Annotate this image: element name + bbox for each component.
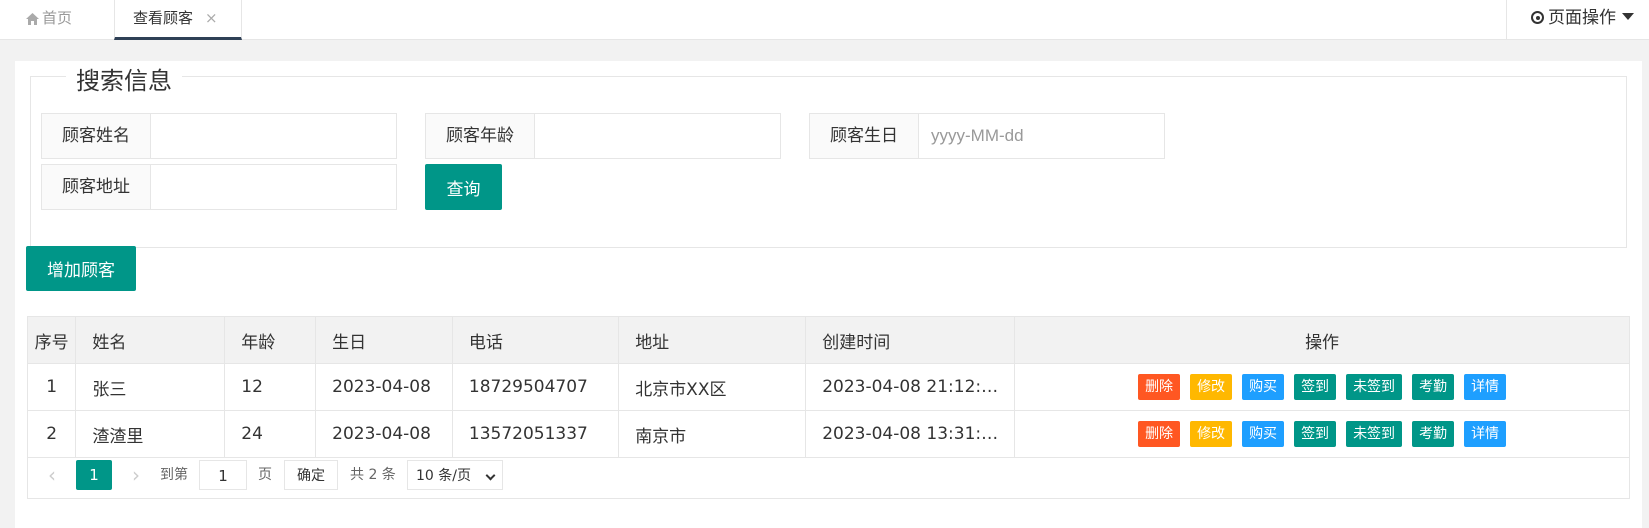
page-current[interactable]: 1	[76, 460, 112, 490]
close-icon[interactable]: ×	[205, 9, 218, 27]
customer-name-input[interactable]	[151, 114, 396, 158]
customer-birthday-field: 顾客生日	[809, 113, 1165, 159]
chevron-right-icon[interactable]: ›	[132, 460, 140, 490]
customer-birthday-input[interactable]	[919, 114, 1164, 158]
header-birthday: 生日	[315, 316, 453, 364]
pagination: ‹ 1 › 到第 1 页 确定 共 2 条 10 条/页	[27, 450, 1630, 499]
tab-view-customers[interactable]: 查看顾客 ×	[114, 0, 242, 40]
header-name: 姓名	[75, 316, 226, 364]
page-size-value: 10 条/页	[416, 468, 471, 484]
customer-address-label: 顾客地址	[42, 165, 151, 209]
add-customer-button[interactable]: 增加顾客	[26, 246, 136, 291]
not-checked-in-button[interactable]: 未签到	[1346, 374, 1403, 400]
page-operations-label: 页面操作	[1548, 8, 1616, 28]
tab-view-customers-label: 查看顾客	[133, 9, 194, 27]
table-row: 1 张三 12 2023-04-08 18729504707 北京市XX区 20…	[26, 363, 1630, 411]
customer-name-label: 顾客姓名	[42, 114, 151, 158]
tab-home[interactable]: 首页	[26, 0, 72, 40]
query-button[interactable]: 查询	[425, 164, 502, 210]
customer-birthday-label: 顾客生日	[810, 114, 919, 158]
caret-down-icon	[1622, 13, 1634, 20]
cell-index: 1	[26, 363, 77, 411]
main-card: 搜索信息 顾客姓名 顾客年龄 顾客生日 顾客地址 查询 增加顾客 序号 姓名 年…	[15, 61, 1642, 528]
header-age: 年龄	[224, 316, 317, 364]
customer-address-field: 顾客地址	[41, 164, 397, 210]
cell-created: 2023-04-08 21:12:…	[805, 363, 1016, 411]
table-header-row: 序号 姓名 年龄 生日 电话 地址 创建时间 操作	[26, 316, 1630, 364]
attendance-button[interactable]: 考勤	[1412, 421, 1455, 447]
page-operations-menu[interactable]: 页面操作	[1506, 0, 1649, 40]
not-checked-in-button[interactable]: 未签到	[1346, 421, 1403, 447]
total-count: 共 2 条	[350, 467, 396, 483]
cell-birthday: 2023-04-08	[315, 363, 453, 411]
purchase-button[interactable]: 购买	[1242, 374, 1285, 400]
attendance-button[interactable]: 考勤	[1412, 374, 1455, 400]
delete-button[interactable]: 删除	[1138, 374, 1181, 400]
purchase-button[interactable]: 购买	[1242, 421, 1285, 447]
details-button[interactable]: 详情	[1464, 374, 1507, 400]
cell-address: 北京市XX区	[618, 363, 807, 411]
cell-actions: 删除 修改 购买 签到 未签到 考勤 详情	[1014, 363, 1630, 411]
target-icon	[1531, 11, 1544, 24]
details-button[interactable]: 详情	[1464, 421, 1507, 447]
goto-confirm-button[interactable]: 确定	[284, 460, 338, 490]
header-address: 地址	[618, 316, 807, 364]
chevron-down-icon	[485, 470, 496, 481]
edit-button[interactable]: 修改	[1190, 374, 1233, 400]
check-in-button[interactable]: 签到	[1294, 421, 1337, 447]
goto-page-input[interactable]: 1	[199, 460, 247, 490]
header-actions: 操作	[1014, 316, 1630, 364]
cell-name: 张三	[75, 363, 226, 411]
check-in-button[interactable]: 签到	[1294, 374, 1337, 400]
home-icon	[26, 12, 39, 25]
tab-home-label: 首页	[42, 9, 73, 27]
chevron-left-icon[interactable]: ‹	[48, 460, 56, 490]
customer-name-field: 顾客姓名	[41, 113, 397, 159]
customer-table: 序号 姓名 年龄 生日 电话 地址 创建时间 操作 1 张三 12 2023-0…	[26, 316, 1630, 458]
delete-button[interactable]: 删除	[1138, 421, 1181, 447]
page-suffix-label: 页	[258, 467, 272, 483]
goto-label: 到第	[160, 467, 188, 483]
customer-address-input[interactable]	[151, 165, 396, 209]
tab-bar: 首页 查看顾客 × 页面操作	[0, 0, 1649, 40]
cell-age: 12	[224, 363, 317, 411]
header-index: 序号	[26, 316, 77, 364]
search-panel: 搜索信息	[30, 61, 1627, 248]
search-legend: 搜索信息	[66, 61, 182, 96]
page-size-select[interactable]: 10 条/页	[407, 460, 503, 490]
edit-button[interactable]: 修改	[1190, 421, 1233, 447]
cell-phone: 18729504707	[451, 363, 620, 411]
header-created: 创建时间	[805, 316, 1016, 364]
header-phone: 电话	[451, 316, 620, 364]
customer-age-label: 顾客年龄	[426, 114, 535, 158]
customer-age-input[interactable]	[535, 114, 780, 158]
customer-age-field: 顾客年龄	[425, 113, 781, 159]
